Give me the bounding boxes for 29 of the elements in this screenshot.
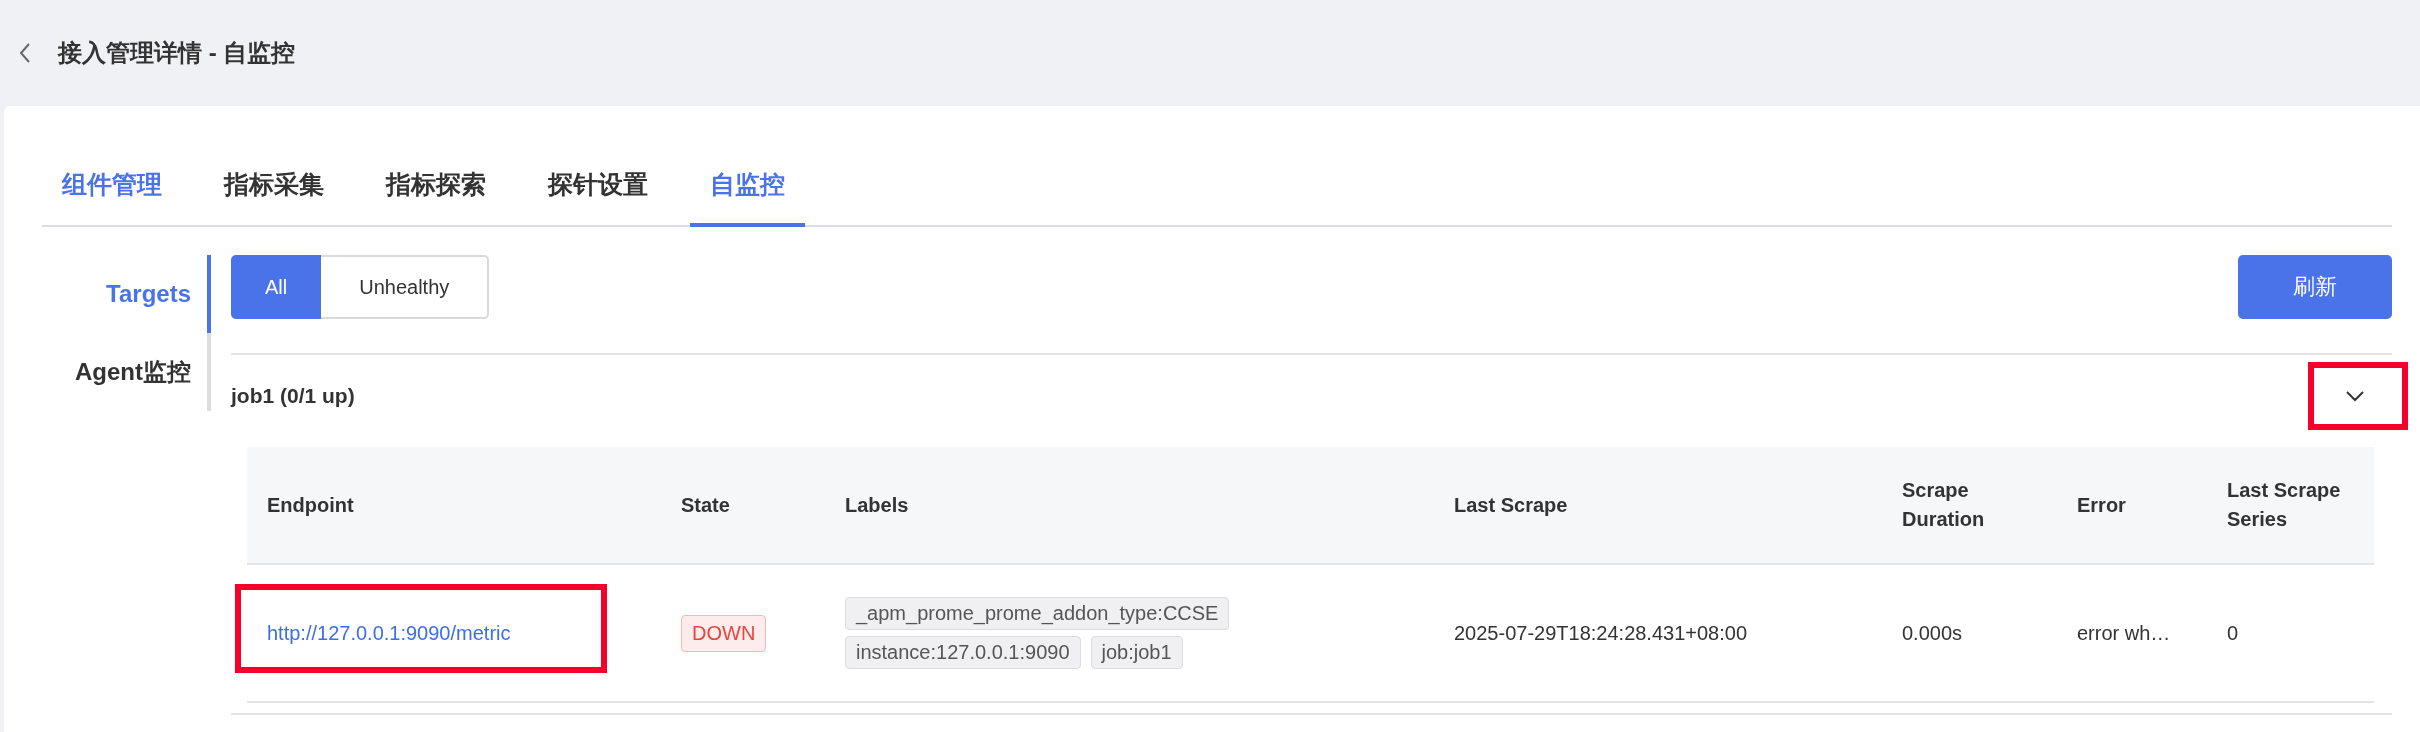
back-icon[interactable] — [18, 42, 32, 64]
job-title: job1 (0/1 up) — [231, 384, 355, 408]
tab[interactable]: 指标采集 — [204, 168, 344, 227]
column-header: Last Scrape — [1434, 447, 1882, 564]
column-header: Endpoint — [247, 447, 661, 564]
column-header: State — [661, 447, 825, 564]
filter-button[interactable]: Unhealthy — [321, 255, 490, 319]
table-cell: error wh… — [2077, 621, 2171, 644]
table-cell: 2025-07-29T18:24:28.431+08:00 — [1454, 621, 1748, 644]
filter-button[interactable]: All — [231, 255, 322, 319]
tab[interactable]: 探针设置 — [528, 168, 668, 227]
tab[interactable]: 指标探索 — [366, 168, 506, 227]
table-cell: 0.000s — [1902, 621, 1963, 644]
page-title: 接入管理详情 - 自监控 — [58, 38, 296, 68]
label-tag: job:job1 — [1090, 636, 1183, 669]
refresh-button[interactable]: 刷新 — [2238, 255, 2392, 319]
column-header: Error — [2057, 447, 2207, 564]
column-header: Labels — [825, 447, 1434, 564]
endpoint-link[interactable]: http://127.0.0.1:9090/metric — [267, 621, 511, 644]
state-tag: DOWN — [681, 614, 767, 652]
column-header: Last Scrape Series — [2207, 447, 2374, 564]
label-tag: _apm_prome_prome_addon_type:CCSE — [845, 597, 1230, 630]
label-tag: instance:127.0.0.1:9090 — [845, 636, 1081, 669]
tab[interactable]: 自监控 — [690, 168, 805, 227]
sidebar-item[interactable]: Agent监控 — [42, 333, 211, 411]
tab[interactable]: 组件管理 — [42, 168, 182, 227]
table-cell: 0 — [2227, 621, 2239, 644]
sidebar-item[interactable]: Targets — [42, 255, 211, 333]
column-header: Scrape Duration — [1882, 447, 2057, 564]
